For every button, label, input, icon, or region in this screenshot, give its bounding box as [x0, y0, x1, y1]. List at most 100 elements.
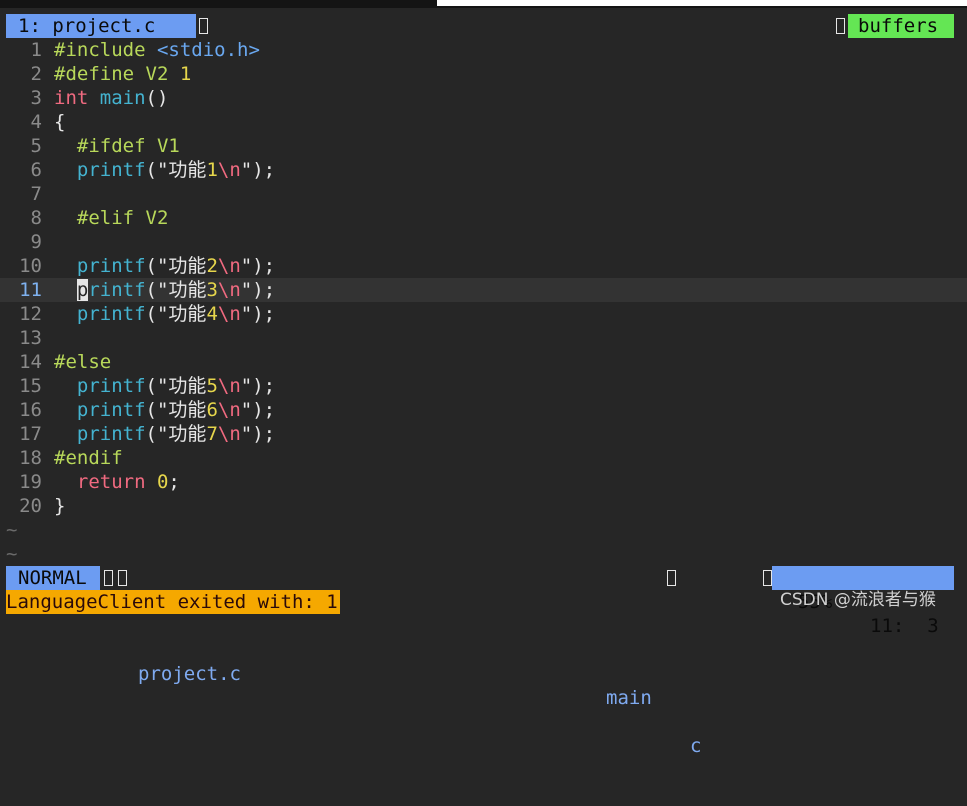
code-line[interactable]: 2 #define V2 1 — [0, 62, 967, 86]
code-text: #elif V2 — [54, 206, 169, 230]
line-number: 3 — [30, 87, 42, 109]
code-line[interactable]: 13 — [0, 326, 967, 350]
status-git-branch: main — [606, 687, 652, 709]
code-token: ); — [252, 399, 276, 421]
code-line[interactable]: 10 printf("功能2\n"); — [0, 254, 967, 278]
code-line[interactable]: 14 #else — [0, 350, 967, 374]
window-top-strip — [0, 0, 967, 8]
code-token: ( — [145, 255, 157, 277]
code-token: \n — [217, 159, 241, 181]
code-line[interactable]: 1 #include <stdio.h> — [0, 38, 967, 62]
code-token: } — [54, 495, 66, 517]
code-text: printf("功能4\n"); — [54, 302, 275, 326]
code-token: printf — [76, 303, 146, 325]
code-text: #define V2 1 — [54, 62, 191, 86]
code-token: "功能 — [156, 423, 207, 445]
code-text: printf("功能1\n"); — [54, 158, 275, 182]
code-line[interactable]: 6 printf("功能1\n"); — [0, 158, 967, 182]
code-token: "功能 — [156, 159, 207, 181]
code-line[interactable]: 8 #elif V2 — [0, 206, 967, 230]
code-token: 6 — [206, 399, 218, 421]
code-line[interactable]: 20} — [0, 494, 967, 518]
code-token: 3 — [206, 279, 218, 301]
mode-indicator: NORMAL — [6, 566, 100, 590]
code-token: printf — [76, 399, 146, 421]
code-token: #endif — [54, 447, 123, 469]
code-token: 0 — [156, 471, 169, 493]
code-line[interactable]: 7 — [0, 182, 967, 206]
code-token: ); — [252, 255, 276, 277]
code-text: printf("功能5\n"); — [54, 374, 275, 398]
line-number: 16 — [19, 399, 42, 421]
code-token: "功能 — [156, 399, 207, 421]
tab-project-c[interactable]: 1: project.c — [6, 14, 196, 38]
code-line[interactable]: 16 printf("功能6\n"); — [0, 398, 967, 422]
line-number: 4 — [30, 111, 42, 133]
powerline-separator-icon — [104, 570, 113, 586]
code-text: { — [54, 110, 65, 134]
code-token: "功能 — [157, 279, 207, 301]
code-line[interactable]: 3 int main() — [0, 86, 967, 110]
code-token: \n — [217, 279, 241, 301]
status-filetype: c — [690, 735, 702, 757]
code-token: \n — [217, 375, 241, 397]
code-token: #define V2 — [54, 63, 180, 85]
code-token: ); — [252, 279, 276, 301]
powerline-separator-icon — [118, 570, 127, 586]
code-token: "功能 — [156, 255, 207, 277]
code-text: #else — [54, 350, 111, 374]
code-token: ( — [145, 303, 157, 325]
powerline-separator-icon — [199, 18, 208, 34]
line-number: 13 — [19, 327, 42, 349]
tilde-marker: ~ — [6, 519, 18, 541]
code-token: ); — [252, 303, 276, 325]
code-text: int main() — [54, 86, 168, 110]
line-number: 1 — [30, 39, 42, 61]
code-token: ( — [145, 375, 157, 397]
code-token: " — [240, 303, 253, 325]
code-line[interactable]: 5 #ifdef V1 — [0, 134, 967, 158]
line-number: 7 — [30, 183, 42, 205]
code-token: #elif V2 — [76, 207, 169, 229]
code-token: int — [54, 87, 100, 109]
code-token: printf — [76, 159, 146, 181]
line-number: 20 — [19, 495, 42, 517]
code-token: #ifdef V1 — [76, 135, 180, 157]
code-line[interactable]: 19 return 0; — [0, 470, 967, 494]
code-token: " — [240, 279, 253, 301]
buffers-label[interactable]: buffers — [848, 14, 954, 38]
line-number: 18 — [19, 447, 42, 469]
code-token: printf — [76, 255, 146, 277]
line-number: 14 — [19, 351, 42, 373]
watermark: CSDN @流浪者与猴 — [780, 590, 936, 610]
code-line[interactable]: 9 — [0, 230, 967, 254]
code-token: " — [240, 375, 253, 397]
code-text: return 0; — [54, 470, 180, 494]
code-line[interactable]: 12 printf("功能4\n"); — [0, 302, 967, 326]
code-token: \n — [217, 423, 241, 445]
code-token: ( — [145, 279, 157, 301]
code-line[interactable]: 4{ — [0, 110, 967, 134]
line-number: 10 — [19, 255, 42, 277]
code-text: printf("功能2\n"); — [54, 254, 275, 278]
code-line[interactable]: 15 printf("功能5\n"); — [0, 374, 967, 398]
code-line[interactable]: 17 printf("功能7\n"); — [0, 422, 967, 446]
code-text: } — [54, 494, 65, 518]
code-line[interactable]: 11 printf("功能3\n"); — [0, 278, 967, 302]
code-text: #ifdef V1 — [54, 134, 180, 158]
code-token: { — [54, 111, 66, 133]
code-line[interactable]: 18 #endif — [0, 446, 967, 470]
code-text: printf("功能3\n"); — [54, 278, 275, 302]
code-token: ( — [145, 159, 157, 181]
code-token: printf — [76, 423, 146, 445]
code-token: () — [145, 87, 169, 109]
tilde-marker: ~ — [6, 543, 18, 565]
code-token: " — [240, 423, 253, 445]
error-message: LanguageClient exited with: 1 — [6, 590, 340, 614]
